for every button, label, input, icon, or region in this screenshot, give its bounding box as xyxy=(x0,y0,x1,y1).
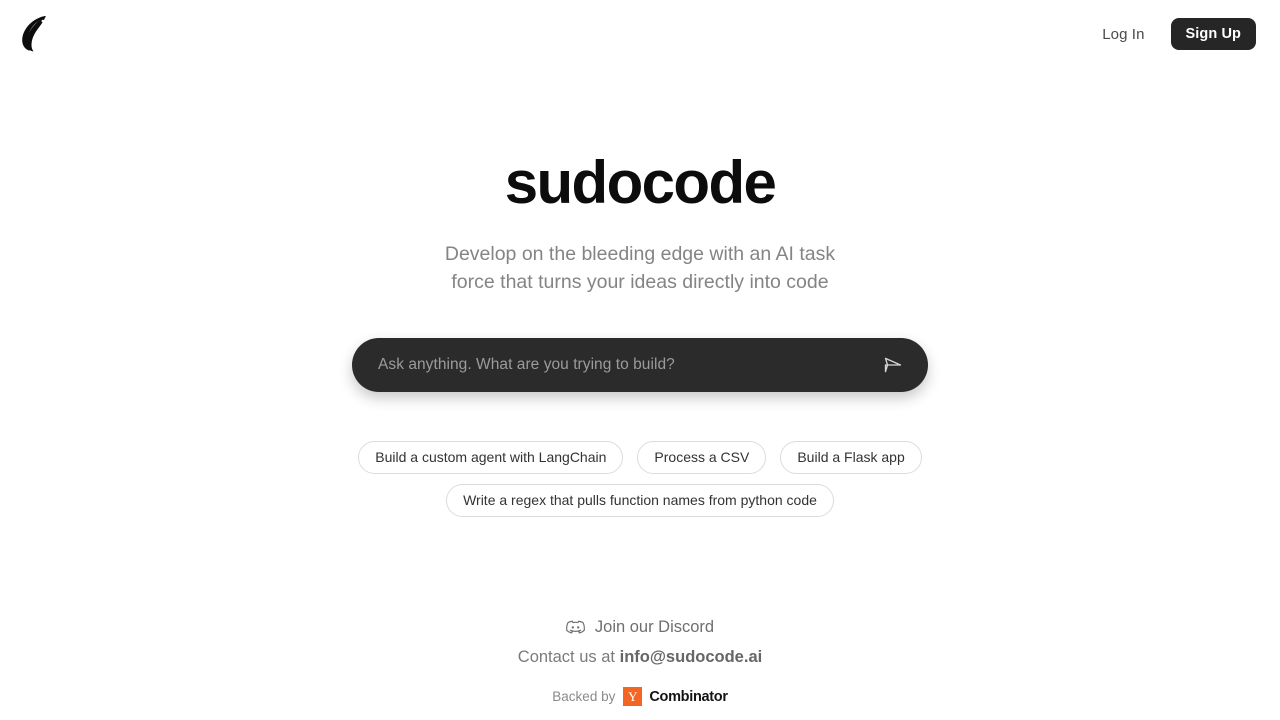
page-title: sudocode xyxy=(504,149,777,216)
header-actions: Log In Sign Up xyxy=(1102,18,1256,50)
prompt-input[interactable] xyxy=(378,356,880,374)
prompt-bar[interactable] xyxy=(352,338,928,392)
contact-email[interactable]: info@sudocode.ai xyxy=(620,648,763,666)
site-footer: Join our Discord Contact us at info@sudo… xyxy=(0,618,1280,714)
ycombinator-y-icon: Y xyxy=(623,687,643,706)
suggestion-chip[interactable]: Build a Flask app xyxy=(780,441,922,474)
suggestion-chip[interactable]: Process a CSV xyxy=(637,441,767,474)
backed-by-label: Backed by xyxy=(552,689,616,704)
hero-subtitle: Develop on the bleeding edge with an AI … xyxy=(445,240,835,296)
send-button[interactable] xyxy=(880,352,906,378)
suggestion-chip[interactable]: Write a regex that pulls function names … xyxy=(446,483,834,517)
hero-subtitle-line-2: force that turns your ideas directly int… xyxy=(451,271,829,293)
discord-label: Join our Discord xyxy=(594,618,715,636)
signup-button[interactable]: Sign Up xyxy=(1170,18,1256,50)
suggestion-chip[interactable]: Build a custom agent with LangChain xyxy=(358,441,624,474)
site-header: Log In Sign Up xyxy=(0,0,1280,68)
ycombinator-badge[interactable]: Y Combinator xyxy=(623,687,728,706)
discord-link[interactable]: Join our Discord xyxy=(565,618,715,637)
ycombinator-wordmark: Combinator xyxy=(649,688,728,705)
send-paper-plane-icon xyxy=(884,357,902,373)
sudocode-leaf-logo-icon xyxy=(22,15,46,52)
contact-row: Contact us at info@sudocode.ai xyxy=(518,648,762,667)
hero-subtitle-line-1: Develop on the bleeding edge with an AI … xyxy=(444,243,836,265)
hero-section: sudocode Develop on the bleeding edge wi… xyxy=(0,150,1280,517)
login-button[interactable]: Log In xyxy=(1102,26,1144,43)
suggestion-chips: Build a custom agent with LangChain Proc… xyxy=(290,441,990,517)
discord-icon xyxy=(565,620,585,634)
backed-by-row: Backed by Y Combinator xyxy=(552,687,728,706)
logo[interactable] xyxy=(20,14,54,54)
contact-prefix: Contact us at xyxy=(517,648,616,666)
